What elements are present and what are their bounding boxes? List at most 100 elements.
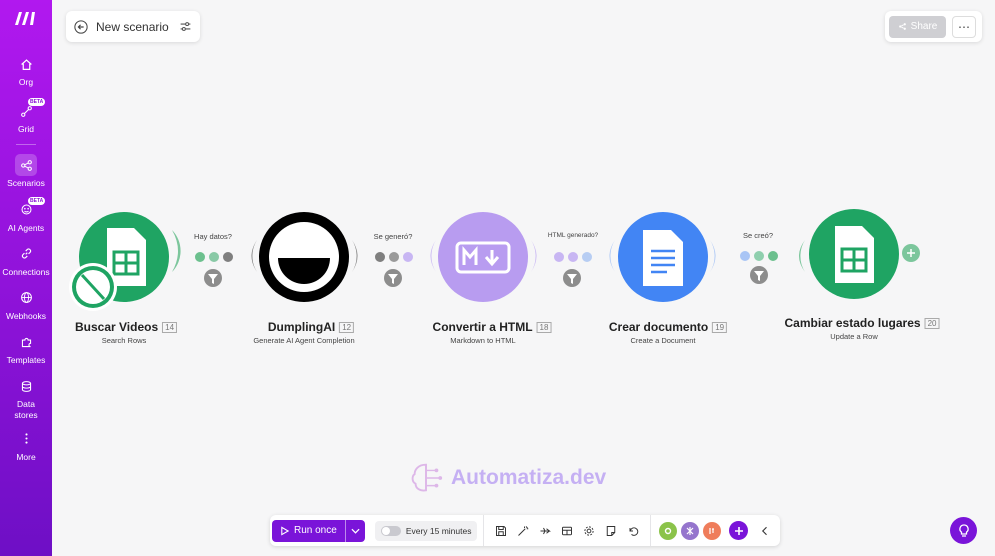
module-title[interactable]: Buscar Videos 14 [75,320,178,334]
run-once-label: Run once [294,525,337,536]
puzzle-icon [21,337,31,347]
sidebar-item-label: AI Agents [7,222,45,233]
toolbar-divider [650,515,652,546]
text-parser-button[interactable] [703,521,722,540]
plus-icon [734,526,743,535]
save-button[interactable] [490,520,512,542]
share-nodes-icon [20,159,32,171]
beta-badge: BETA [28,196,46,205]
module-id: 14 [162,322,178,334]
make-logo[interactable] [13,9,39,27]
sidebar-item-grid[interactable]: BETA Grid [0,98,52,135]
module-title[interactable]: Convertir a HTML 18 [433,320,552,334]
module-title[interactable]: DumplingAI 12 [268,320,355,334]
chevron-left-icon [762,526,768,535]
module-subtitle: Search Rows [101,336,147,345]
module-id: 18 [536,322,552,334]
collapse-toolbar-button[interactable] [754,520,776,542]
airplane-icon [540,527,552,534]
note-icon [607,525,616,536]
save-icon [496,525,507,536]
filter-icon[interactable] [384,269,402,287]
lightbulb-icon [958,523,969,537]
sidebar: Org BETA Grid Scenarios BETA AI Agents C… [0,0,52,556]
magic-wand-icon [518,525,529,536]
globe-icon [20,292,32,304]
connector-label[interactable]: HTML generado? [548,232,598,239]
sidebar-item-org[interactable]: Org [0,53,52,87]
google-docs-icon [643,230,683,286]
scenario-canvas[interactable]: Hay datos? Se generó? HTML generado? Se … [52,0,995,556]
tools-button[interactable] [659,521,678,540]
flow-control-button[interactable] [681,521,700,540]
schedule-control[interactable]: Every 15 minutes [374,520,478,541]
connector-4[interactable] [740,251,778,284]
table-icon [562,526,573,535]
module-buscar-videos[interactable] [69,212,181,311]
scenario-io-button[interactable] [556,520,578,542]
module-subtitle: Markdown to HTML [450,336,516,345]
module-crear-documento[interactable] [609,212,716,302]
sidebar-item-ai-agents[interactable]: BETA AI Agents [0,196,52,233]
connector-label[interactable]: Hay datos? [194,232,232,241]
sidebar-item-scenarios[interactable]: Scenarios [0,154,52,188]
link-icon [21,248,31,259]
tools-icon [665,527,672,534]
connector-2[interactable] [375,252,413,287]
sidebar-item-label: Templates [6,355,46,366]
chevron-down-icon [351,528,360,534]
help-button[interactable] [950,517,977,544]
sidebar-item-label: Webhooks [5,310,46,321]
module-subtitle: Generate AI Agent Completion [253,336,355,345]
undo-button[interactable] [622,520,644,542]
grid-icon [20,105,32,117]
connector-label[interactable]: Se generó? [374,232,413,241]
connector-label[interactable]: Se creó? [743,231,773,240]
sidebar-divider [16,144,36,146]
kebab-icon [24,433,28,444]
run-once-button[interactable]: Run once [272,519,365,542]
database-icon [21,380,31,392]
sidebar-item-label: Data stores [14,399,38,420]
sidebar-item-label: Org [18,77,34,87]
filter-icon[interactable] [204,269,222,287]
module-title[interactable]: Cambiar estado lugares 20 [785,316,940,330]
run-options-dropdown[interactable] [344,519,365,542]
sidebar-item-label: Grid [17,124,35,135]
explain-flow-button[interactable] [534,520,556,542]
auto-align-button[interactable] [512,520,534,542]
scheduler-clock-icon[interactable] [69,263,117,311]
sidebar-item-connections[interactable]: Connections [0,243,52,277]
module-id: 20 [924,318,940,330]
sidebar-item-label: More [16,451,36,462]
add-module-button[interactable] [729,521,749,540]
sidebar-item-more[interactable]: More [0,428,52,462]
connector-3[interactable] [554,252,592,287]
watermark-text: Automatiza.dev [451,466,607,489]
notes-button[interactable] [600,520,622,542]
beta-badge: BETA [28,98,46,107]
filter-icon[interactable] [750,266,768,284]
sidebar-item-label: Connections [2,266,50,277]
module-dumplingai[interactable] [251,212,358,302]
home-icon [20,58,32,70]
module-convertir-html[interactable] [430,212,537,302]
watermark: Automatiza.dev [407,459,606,497]
undo-icon [629,526,639,536]
filter-icon[interactable] [563,269,581,287]
module-id: 12 [339,322,355,334]
text-parser-icon [709,527,715,534]
scenario-settings-button[interactable] [578,520,600,542]
sidebar-item-webhooks[interactable]: Webhooks [0,287,52,321]
sidebar-item-data-stores[interactable]: Data stores [0,375,52,420]
schedule-toggle[interactable] [380,525,401,536]
brain-logo-icon [411,463,443,492]
module-subtitle: Create a Document [630,336,696,345]
sidebar-item-templates[interactable]: Templates [0,331,52,365]
play-icon [281,525,289,536]
connector-1[interactable] [195,252,233,287]
module-subtitle: Update a Row [830,332,878,341]
module-title[interactable]: Crear documento 19 [609,320,728,334]
sidebar-item-label: Scenarios [7,178,45,189]
module-cambiar-estado[interactable] [799,209,920,299]
